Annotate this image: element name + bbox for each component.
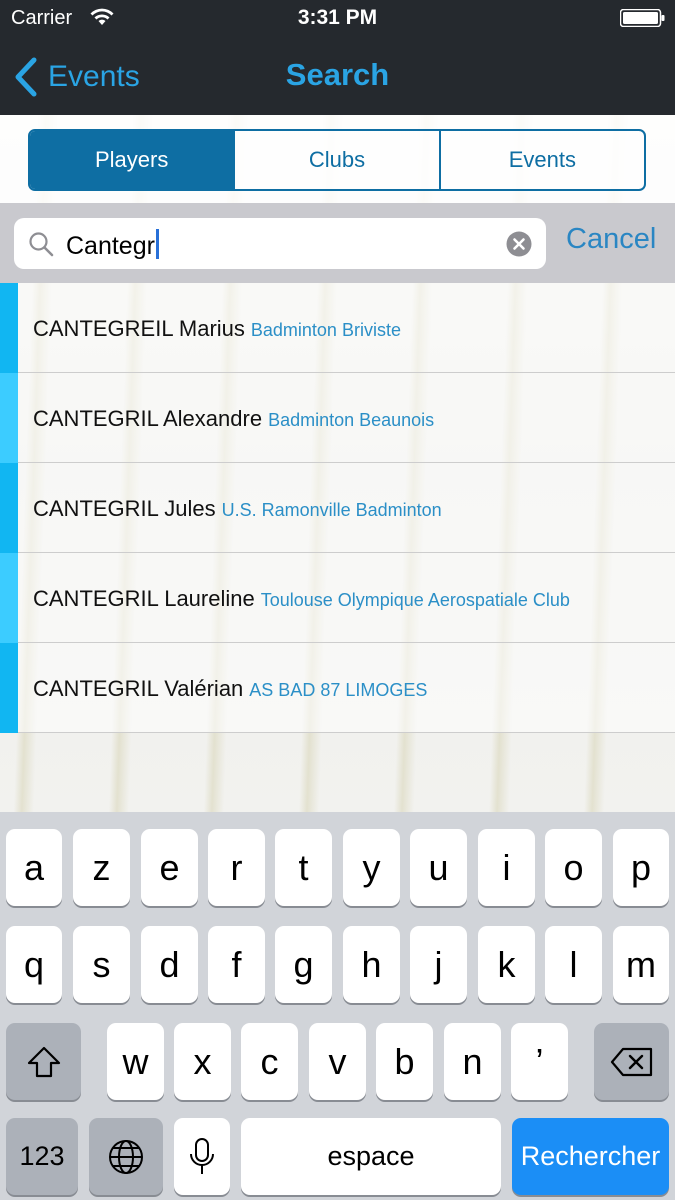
- backspace-icon: [610, 1047, 652, 1076]
- globe-icon: [109, 1139, 143, 1174]
- player-club: Badminton Beaunois: [268, 410, 435, 430]
- row-stripe: [0, 373, 18, 463]
- result-row[interactable]: CANTEGRIL Jules U.S. Ramonville Badminton: [0, 463, 675, 553]
- results-list: CANTEGREIL Marius Badminton Briviste CANT…: [0, 283, 675, 733]
- row-stripe: [0, 553, 18, 643]
- key-j[interactable]: j: [410, 926, 467, 1003]
- key-p[interactable]: p: [613, 829, 669, 906]
- battery-icon: [620, 9, 665, 27]
- key-q[interactable]: q: [6, 926, 62, 1003]
- search-bar: Cantegr Cancel: [0, 203, 675, 283]
- dictation-key[interactable]: [174, 1118, 230, 1195]
- numbers-key[interactable]: 123: [6, 1118, 78, 1195]
- microphone-icon: [190, 1137, 214, 1174]
- segment-clubs[interactable]: Clubs: [235, 131, 441, 189]
- clock: 3:31 PM: [297, 6, 378, 29]
- player-name: CANTEGRIL Laureline: [33, 586, 255, 611]
- search-icon: [29, 232, 54, 257]
- key-i[interactable]: i: [478, 829, 535, 906]
- key-r[interactable]: r: [208, 829, 265, 906]
- key-a[interactable]: a: [6, 829, 62, 906]
- result-row[interactable]: CANTEGRIL Laureline Toulouse Olympique Ae…: [0, 553, 675, 643]
- player-name: CANTEGRIL Valérian: [33, 676, 244, 701]
- key-s[interactable]: s: [73, 926, 130, 1003]
- result-row[interactable]: CANTEGREIL Marius Badminton Briviste: [0, 283, 675, 373]
- player-name: CANTEGRIL Alexandre: [33, 406, 263, 431]
- shift-icon: [27, 1046, 60, 1077]
- key-k[interactable]: k: [478, 926, 535, 1003]
- search-return-key[interactable]: Rechercher: [512, 1118, 669, 1195]
- player-club: AS BAD 87 LIMOGES: [249, 680, 428, 700]
- clear-icon[interactable]: [506, 231, 532, 257]
- row-stripe: [0, 283, 18, 373]
- page-title: Search: [285, 57, 390, 92]
- player-club: Toulouse Olympique Aerospatiale Club: [260, 590, 570, 610]
- key-t[interactable]: t: [275, 829, 332, 906]
- key-v[interactable]: v: [309, 1023, 366, 1100]
- key-d[interactable]: d: [141, 926, 198, 1003]
- player-name: CANTEGREIL Marius: [33, 316, 245, 341]
- key-z[interactable]: z: [73, 829, 130, 906]
- search-input[interactable]: Cantegr: [14, 218, 546, 269]
- result-row[interactable]: CANTEGRIL Valérian AS BAD 87 LIMOGES: [0, 643, 675, 733]
- space-key[interactable]: espace: [241, 1118, 501, 1195]
- key-e[interactable]: e: [141, 829, 198, 906]
- key-g[interactable]: g: [275, 926, 332, 1003]
- key-y[interactable]: y: [343, 829, 400, 906]
- key-apostrophe[interactable]: ’: [511, 1023, 568, 1100]
- key-m[interactable]: m: [613, 926, 669, 1003]
- segment-events[interactable]: Events: [441, 131, 644, 189]
- key-b[interactable]: b: [376, 1023, 433, 1100]
- status-bar: Carrier 3:31 PM: [0, 0, 675, 38]
- row-stripe: [0, 463, 18, 553]
- segment-players[interactable]: Players: [30, 131, 236, 189]
- delete-key[interactable]: [594, 1023, 669, 1100]
- player-club: U.S. Ramonville Badminton: [221, 500, 442, 520]
- key-h[interactable]: h: [343, 926, 400, 1003]
- key-c[interactable]: c: [241, 1023, 298, 1100]
- key-n[interactable]: n: [444, 1023, 501, 1100]
- key-u[interactable]: u: [410, 829, 467, 906]
- row-stripe: [0, 643, 18, 733]
- keyboard: a z e r t y u i o p q s d f g h j k l m …: [0, 812, 675, 1200]
- key-w[interactable]: w: [107, 1023, 164, 1100]
- key-o[interactable]: o: [545, 829, 602, 906]
- navigation-bar: Carrier 3:31 PM Events Search: [0, 0, 675, 115]
- player-club: Badminton Briviste: [250, 320, 401, 340]
- key-x[interactable]: x: [174, 1023, 231, 1100]
- result-row[interactable]: CANTEGRIL Alexandre Badminton Beaunois: [0, 373, 675, 463]
- key-f[interactable]: f: [208, 926, 265, 1003]
- key-l[interactable]: l: [545, 926, 602, 1003]
- segment-bar: Players Clubs Events: [0, 115, 675, 203]
- player-name: CANTEGRIL Jules: [33, 496, 216, 521]
- cancel-button[interactable]: Cancel: [566, 223, 656, 256]
- search-input-value: Cantegr: [66, 232, 155, 260]
- globe-key[interactable]: [89, 1118, 163, 1195]
- text-cursor: [155, 229, 159, 259]
- shift-key[interactable]: [6, 1023, 81, 1100]
- segmented-control: Players Clubs Events: [28, 129, 646, 191]
